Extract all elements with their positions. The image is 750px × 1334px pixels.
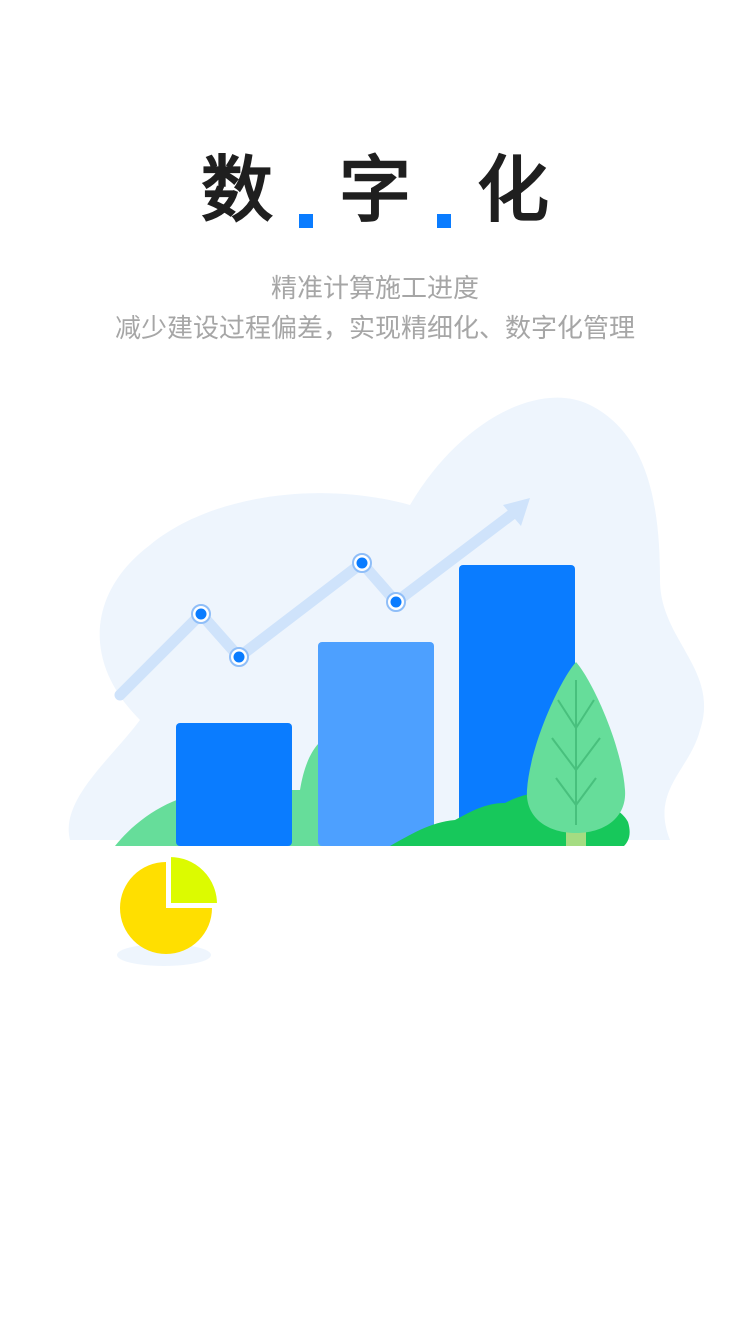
pie-chart-icon bbox=[117, 854, 220, 966]
intro-line-2: 减少建设过程偏差，实现精细化、数字化管理 bbox=[114, 314, 635, 344]
title-char-2: 字 bbox=[338, 148, 411, 233]
trend-marker bbox=[386, 592, 406, 612]
page-title: 数字化 bbox=[0, 140, 750, 235]
trend-marker bbox=[229, 647, 249, 667]
title-char-1: 数 bbox=[200, 148, 273, 233]
bar-medium bbox=[318, 642, 434, 846]
trend-marker bbox=[191, 604, 211, 624]
intro-line-1: 精准计算施工进度 bbox=[270, 274, 479, 304]
bar-short bbox=[176, 723, 292, 846]
title-char-3: 化 bbox=[477, 148, 550, 233]
growth-chart-illustration bbox=[68, 397, 705, 966]
title-separator-dot bbox=[298, 214, 313, 228]
title-separator-dot bbox=[437, 214, 451, 228]
trend-marker bbox=[352, 553, 372, 573]
